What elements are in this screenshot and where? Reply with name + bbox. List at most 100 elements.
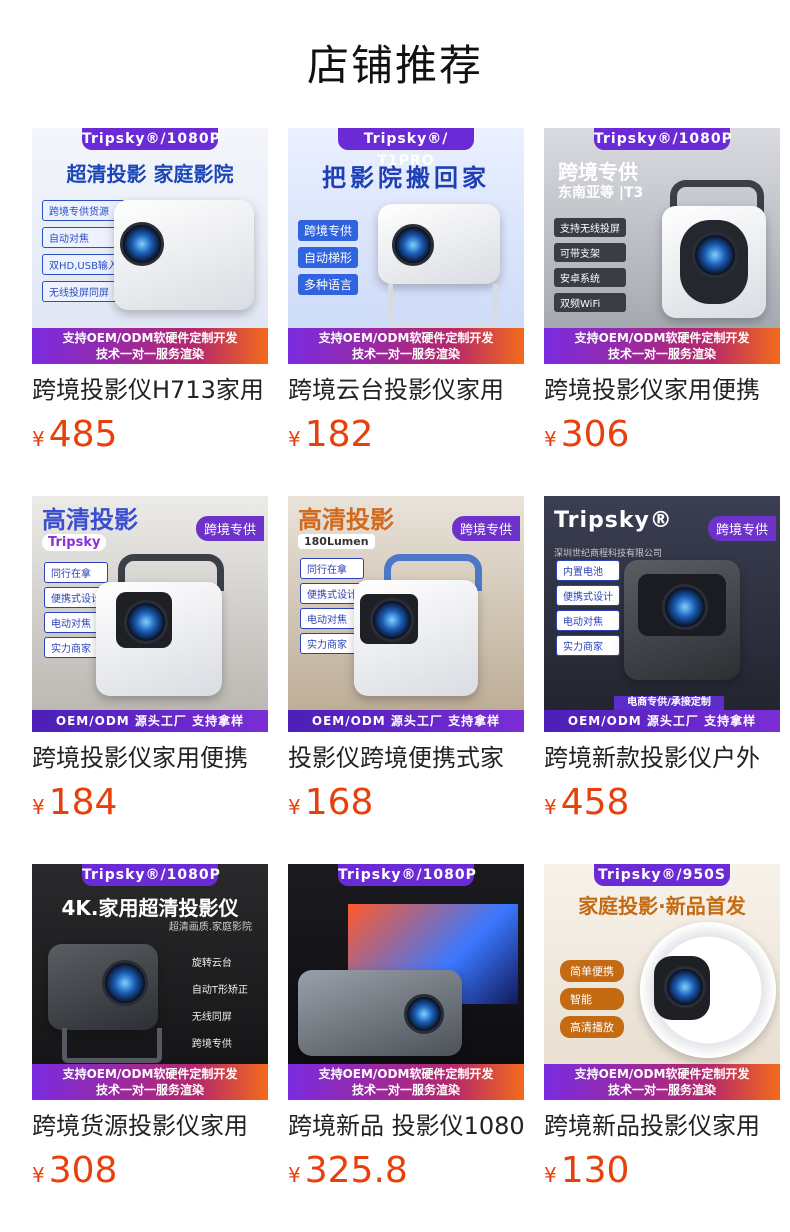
lens-icon [404, 994, 444, 1034]
thumb-footer: 支持OEM/ODM软硬件定制开发 技术一对一服务渲染 [288, 328, 524, 364]
product-price: ¥306 [544, 413, 629, 463]
lens-icon [664, 966, 706, 1008]
projector-image [114, 200, 254, 310]
thumb-tag: 智能 [560, 988, 624, 1010]
thumb-header: Tripsky®/1080P [338, 864, 476, 886]
price-value: 325.8 [304, 1150, 408, 1191]
product-name[interactable]: 跨境新品 投影仪1080 [288, 1110, 524, 1142]
thumb-header: Tripsky®/1080P [82, 864, 220, 886]
product-price: ¥308 [32, 1149, 117, 1199]
thumb-tag: 自动梯形 [298, 247, 359, 268]
thumb-tag: 同行在拿 [300, 558, 364, 579]
thumb-tag: 跨境专供货源 [42, 200, 125, 221]
product-name[interactable]: 跨境投影仪家用便携 [32, 742, 268, 774]
thumb-brand: 180Lumen [298, 534, 375, 549]
projector-stand [388, 284, 498, 329]
projector-image [48, 944, 158, 1030]
thumb-footer: 支持OEM/ODM软硬件定制开发 技术一对一服务渲染 [544, 328, 780, 364]
product-price: ¥184 [32, 781, 117, 831]
thumb-tags: 旋转云台 自动T形矫正 无线同屏 跨境专供 [186, 952, 254, 1060]
price-value: 306 [560, 414, 630, 455]
thumb-header: Tripsky®/1080P [594, 128, 732, 150]
thumb-tag: 内置电池 [556, 560, 620, 581]
thumb-tags: 跨境专供 自动梯形 多种语言 [298, 220, 359, 301]
thumb-tag: 双HD,USB输入 [42, 254, 125, 275]
price-value: 168 [304, 782, 374, 823]
thumb-headline: 家庭投影·新品首发 [578, 894, 746, 918]
thumb-footer-line2: 技术一对一服务渲染 [607, 347, 716, 361]
thumb-tags: 简单便携 智能 高清播放 [560, 960, 624, 1044]
lens-icon [120, 222, 164, 266]
currency-symbol: ¥ [32, 1163, 45, 1187]
thumb-footer-line1: 支持OEM/ODM软硬件定制开发 [62, 1067, 238, 1081]
thumb-footer-line1: 支持OEM/ODM软硬件定制开发 [62, 331, 238, 345]
thumb-footer-line2: 技术一对一服务渲染 [95, 347, 204, 361]
thumb-footer-line1: 支持OEM/ODM软硬件定制开发 [574, 1067, 750, 1081]
thumb-footer: 支持OEM/ODM软硬件定制开发 技术一对一服务渲染 [544, 1064, 780, 1100]
thumb-tag: 便携式设计 [556, 585, 620, 606]
product-thumbnail[interactable]: Tripsky®/1080P 4K.家用超清投影仪 超清画质.家庭影院 旋转云台… [32, 864, 268, 1100]
product-thumbnail[interactable]: 高清投影 跨境专供 Tripsky 同行在拿 便携式设计 电动对焦 实力商家 O… [32, 496, 268, 732]
thumb-footer: OEM/ODM 源头工厂 支持拿样 [32, 710, 268, 732]
price-value: 458 [560, 782, 630, 823]
currency-symbol: ¥ [544, 795, 557, 819]
thumb-footer: 支持OEM/ODM软硬件定制开发 技术一对一服务渲染 [32, 328, 268, 364]
lens-icon [392, 224, 434, 266]
thumb-tag: 电动对焦 [556, 610, 620, 631]
thumb-tag: 跨境专供 [191, 1039, 232, 1050]
product-thumbnail[interactable]: 高清投影 跨境专供 180Lumen 同行在拿 便携式设计 电动对焦 实力商家 … [288, 496, 524, 732]
product-thumbnail[interactable]: Tripsky® 跨境专供 深圳世纪商程科技有限公司 内置电池 便携式设计 电动… [544, 496, 780, 732]
thumb-footer-line1: 支持OEM/ODM软硬件定制开发 [318, 331, 494, 345]
thumb-header: Tripsky®/1080P [82, 128, 220, 150]
projector-image [624, 560, 740, 680]
product-thumbnail[interactable]: Tripsky®/ T1PRO 把影院搬回家 跨境专供 自动梯形 多种语言 支持… [288, 128, 524, 364]
thumb-tag: 支持无线投屏 [554, 218, 626, 237]
product-thumbnail[interactable]: Tripsky®/1080P 跨境专供 东南亚等 |T3 支持无线投屏 可带支架… [544, 128, 780, 364]
price-value: 182 [304, 414, 374, 455]
thumb-tag: 安卓系统 [554, 268, 626, 287]
thumb-footer-line2: 技术一对一服务渲染 [351, 347, 460, 361]
thumb-tag: 实力商家 [556, 635, 620, 656]
product-price: ¥182 [288, 413, 373, 463]
projector-image [378, 204, 500, 284]
thumb-footer: OEM/ODM 源头工厂 支持拿样 [544, 710, 780, 732]
projector-image [640, 922, 776, 1058]
thumb-header: Tripsky®/ T1PRO [338, 128, 474, 169]
price-value: 485 [48, 414, 118, 455]
product-name[interactable]: 跨境货源投影仪家用 [32, 1110, 268, 1142]
lens-icon [102, 960, 148, 1006]
product-name[interactable]: 跨境投影仪H713家用 [32, 374, 268, 406]
thumb-headline: 4K.家用超清投影仪 [61, 896, 239, 920]
thumb-subline: 东南亚等 |T3 [558, 185, 644, 201]
thumb-brand: Tripsky [42, 534, 107, 551]
product-name[interactable]: 跨境云台投影仪家用 [288, 374, 524, 406]
thumb-tag: 跨境专供 [298, 220, 359, 241]
thumb-tag: 双频WiFi [554, 293, 626, 312]
projector-stand [62, 1028, 162, 1063]
product-name[interactable]: 跨境新品投影仪家用 [544, 1110, 780, 1142]
thumb-strip: 电商专供/承接定制 [614, 696, 724, 710]
currency-symbol: ¥ [288, 427, 301, 451]
thumb-tag: 多种语言 [298, 274, 359, 295]
product-grid: Tripsky®/1080P 超清投影 家庭影院 跨境专供货源 自动对焦 双HD… [0, 0, 790, 1232]
product-name[interactable]: 跨境投影仪家用便携 [544, 374, 780, 406]
lens-icon [370, 598, 414, 642]
currency-symbol: ¥ [544, 1163, 557, 1187]
product-name[interactable]: 投影仪跨境便携式家 [288, 742, 524, 774]
product-name[interactable]: 跨境新款投影仪户外 [544, 742, 780, 774]
thumb-headline: 把影院搬回家 [322, 164, 490, 192]
product-thumbnail[interactable]: Tripsky®/1080P 超清投影 家庭影院 跨境专供货源 自动对焦 双HD… [32, 128, 268, 364]
price-value: 130 [560, 1150, 630, 1191]
thumb-tag: 可带支架 [554, 243, 626, 262]
thumb-footer: 支持OEM/ODM软硬件定制开发 技术一对一服务渲染 [32, 1064, 268, 1100]
product-thumbnail[interactable]: Tripsky®/950S 家庭投影·新品首发 简单便携 智能 高清播放 支持O… [544, 864, 780, 1100]
thumb-tag: 自动对焦 [42, 227, 125, 248]
thumb-headline: 超清投影 家庭影院 [66, 162, 234, 186]
product-price: ¥325.8 [288, 1149, 408, 1199]
product-thumbnail[interactable]: Tripsky®/1080P 支持OEM/ODM软硬件定制开发 技术一对一服务渲… [288, 864, 524, 1100]
product-price: ¥485 [32, 413, 117, 463]
thumb-tag: 旋转云台 [191, 958, 232, 969]
thumb-brand: Tripsky® [554, 508, 673, 533]
lens-icon [662, 584, 708, 630]
thumb-tag: 无线同屏 [191, 1012, 232, 1023]
